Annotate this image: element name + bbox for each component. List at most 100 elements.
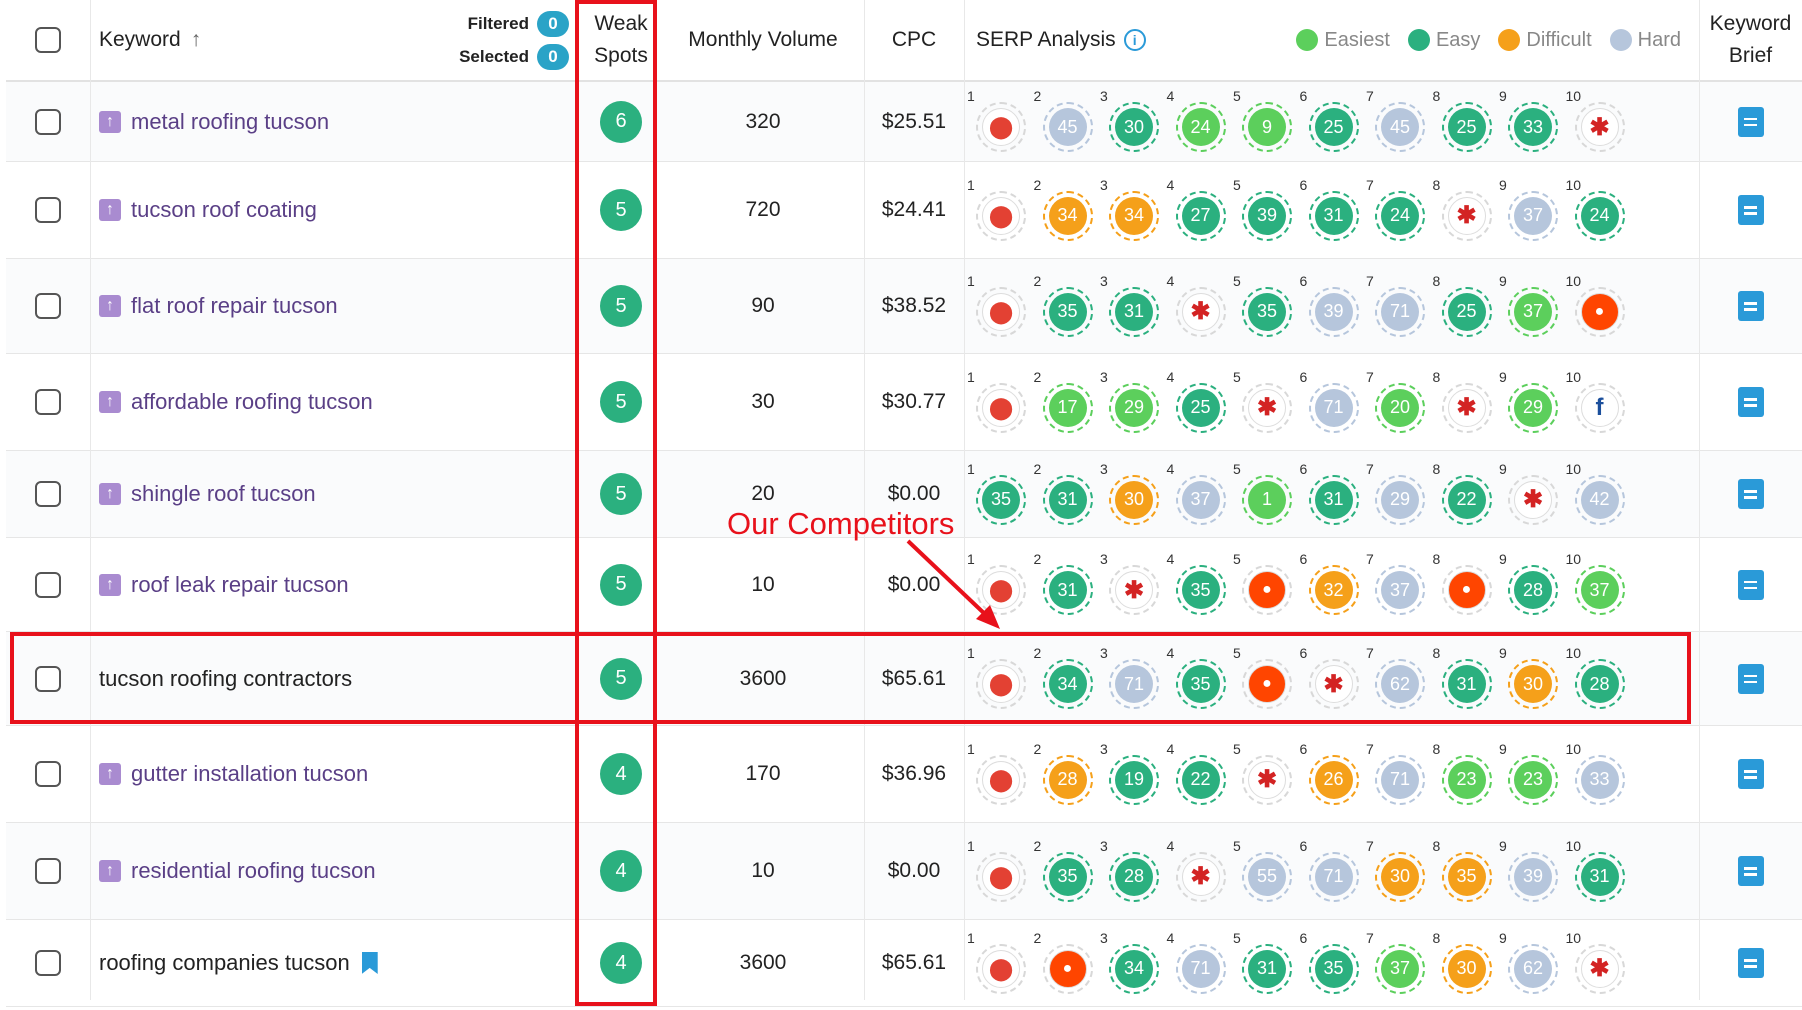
serp-score-easy[interactable]: 35 [1308,943,1359,994]
table-row[interactable]: ↑ gutter installation tucson 4 170 $36.96 1 ⬤ 2… [6,726,1802,823]
keyword-brief-icon[interactable] [1737,195,1764,225]
serp-score-easy[interactable]: 31 [1109,286,1159,337]
serp-slot[interactable]: 1 ⬤ [967,823,1042,919]
serp-score-easy[interactable]: 31 [1441,659,1492,709]
serp-slot[interactable]: 7 24 [1366,162,1441,258]
serp-slot[interactable]: 6 39 [1300,259,1375,353]
keyword-link[interactable]: residential roofing tucson [131,858,376,884]
monthly-volume-header[interactable]: Monthly Volume [662,0,864,80]
serp-slot[interactable]: 3 29 [1100,354,1175,450]
yelp-icon[interactable]: ✱ [1242,382,1292,433]
serp-score-hard[interactable]: 45 [1042,102,1093,152]
serp-score-easy[interactable]: 31 [1574,851,1625,902]
serp-slot[interactable]: 8 30 [1433,920,1508,1006]
serp-score-easiest[interactable]: 23 [1441,754,1492,805]
keyword-brief-icon[interactable] [1737,569,1764,600]
serp-slot[interactable]: 3 30 [1100,451,1175,537]
serp-slot[interactable]: 10 f [1566,354,1641,450]
serp-slot[interactable]: 4 24 [1167,82,1242,161]
serp-slot[interactable]: 2 35 [1034,823,1109,919]
serp-slot[interactable]: 2 ● [1034,920,1109,1006]
serp-score-hard[interactable]: 62 [1375,659,1425,709]
serp-score-difficult[interactable]: 30 [1375,851,1425,902]
bookmark-icon[interactable] [361,952,378,974]
serp-slot[interactable]: 4 ✱ [1167,259,1242,353]
keyword-brief-icon[interactable] [1737,856,1764,886]
serp-slot[interactable]: 5 ✱ [1233,726,1308,822]
serp-slot[interactable]: 7 37 [1366,920,1441,1006]
serp-score-difficult[interactable]: 35 [1441,851,1492,902]
serp-score-easy[interactable]: 30 [1109,102,1159,152]
serp-score-hard[interactable]: 45 [1375,102,1425,152]
serp-slot[interactable]: 8 ✱ [1433,354,1508,450]
serp-slot[interactable]: 3 34 [1100,162,1175,258]
yelp-icon[interactable]: ✱ [1574,102,1625,152]
reddit-icon[interactable]: ● [1441,565,1492,615]
serp-slot[interactable]: 7 62 [1366,632,1441,725]
row-checkbox[interactable] [35,481,61,507]
serp-slot[interactable]: 9 33 [1499,82,1574,161]
keyword-brief-icon[interactable] [1737,106,1764,137]
serp-score-hard[interactable]: 29 [1375,474,1425,525]
serp-slot[interactable]: 8 23 [1433,726,1508,822]
serp-score-easy[interactable]: 19 [1109,754,1159,805]
serp-slot[interactable]: 2 31 [1034,451,1109,537]
keyword-sort-header[interactable]: Keyword ↑ [99,28,201,52]
serp-slot[interactable]: 8 ● [1433,538,1508,631]
keyword-brief-icon[interactable] [1737,663,1764,694]
serp-score-hard[interactable]: 55 [1242,851,1292,902]
serp-slot[interactable]: 6 31 [1300,451,1375,537]
serp-slot[interactable]: 1 35 [967,451,1042,537]
serp-score-easy[interactable]: 34 [1042,659,1093,709]
yelp-icon[interactable]: ✱ [1109,565,1159,615]
serp-slot[interactable]: 4 37 [1167,451,1242,537]
serp-slot[interactable]: 1 ⬤ [967,259,1042,353]
serp-slot[interactable]: 7 71 [1366,259,1441,353]
serp-slot[interactable]: 8 35 [1433,823,1508,919]
serp-score-hard[interactable]: 62 [1508,943,1558,994]
serp-slot[interactable]: 1 ⬤ [967,354,1042,450]
serp-slot[interactable]: 6 35 [1300,920,1375,1006]
serp-score-easy[interactable]: 28 [1109,851,1159,902]
serp-score-hard[interactable]: 37 [1175,474,1226,525]
serp-score-easy[interactable]: 33 [1508,102,1558,152]
facebook-icon[interactable]: f [1574,382,1625,433]
serp-score-easy[interactable]: 35 [1042,286,1093,337]
serp-slot[interactable]: 3 71 [1100,632,1175,725]
serp-slot[interactable]: 3 30 [1100,82,1175,161]
serp-slot[interactable]: 5 31 [1233,920,1308,1006]
google-maps-icon[interactable]: ⬤ [976,943,1026,994]
keyword-brief-icon[interactable] [1737,291,1764,321]
serp-slot[interactable]: 3 19 [1100,726,1175,822]
serp-slot[interactable]: 7 30 [1366,823,1441,919]
serp-slot[interactable]: 9 39 [1499,823,1574,919]
table-row[interactable]: ↑ affordable roofing tucson 5 30 $30.77 1 ⬤ 2 17… [6,354,1802,451]
serp-score-easiest[interactable]: 37 [1574,565,1625,615]
serp-score-hard[interactable]: 71 [1375,754,1425,805]
serp-slot[interactable]: 8 25 [1433,82,1508,161]
serp-score-easy[interactable]: 35 [1175,565,1226,615]
serp-slot[interactable]: 1 ⬤ [967,920,1042,1006]
serp-slot[interactable]: 1 ⬤ [967,726,1042,822]
serp-score-difficult[interactable]: 32 [1308,565,1359,615]
serp-score-difficult[interactable]: 30 [1109,474,1159,525]
row-checkbox[interactable] [35,389,61,415]
serp-slot[interactable]: 9 62 [1499,920,1574,1006]
serp-slot[interactable]: 10 31 [1566,823,1641,919]
serp-slot[interactable]: 10 33 [1566,726,1641,822]
row-checkbox[interactable] [35,571,61,598]
keyword-link[interactable]: gutter installation tucson [131,761,368,787]
google-maps-icon[interactable]: ⬤ [976,851,1026,902]
keyword-link[interactable]: tucson roofing contractors [99,666,352,692]
keyword-link[interactable]: roof leak repair tucson [131,572,349,598]
serp-slot[interactable]: 6 71 [1300,823,1375,919]
serp-score-hard[interactable]: 42 [1574,474,1625,525]
serp-slot[interactable]: 7 45 [1366,82,1441,161]
serp-slot[interactable]: 9 ✱ [1499,451,1574,537]
google-maps-icon[interactable]: ⬤ [976,382,1026,433]
keyword-link[interactable]: roofing companies tucson [99,950,350,976]
google-maps-icon[interactable]: ⬤ [976,286,1026,337]
serp-score-hard[interactable]: 71 [1375,286,1425,337]
table-row[interactable]: roofing companies tucson 4 3600 $65.61 1 ⬤ 2 ● 3… [6,920,1802,1007]
row-checkbox[interactable] [35,858,61,884]
